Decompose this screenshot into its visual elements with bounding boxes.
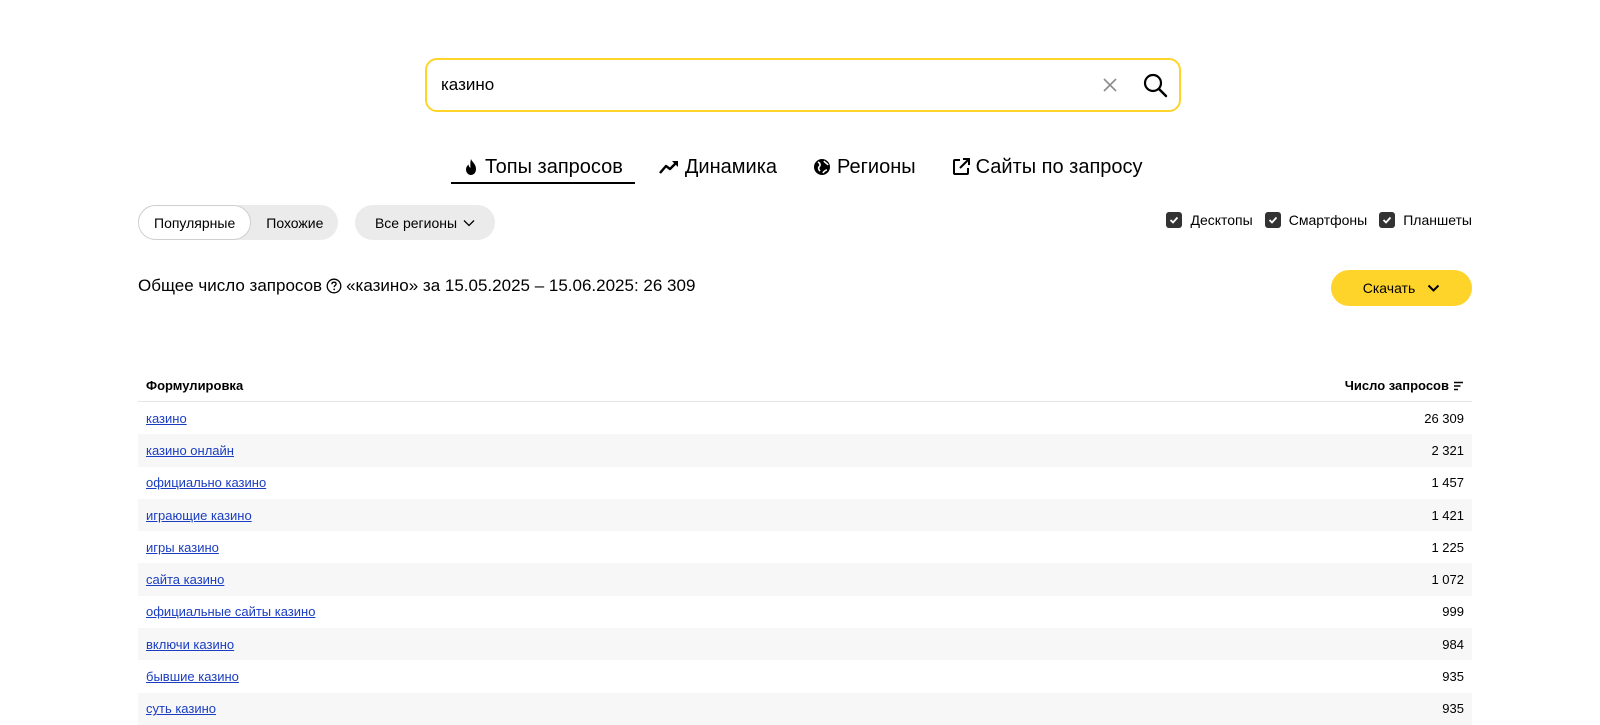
- globe-icon: [814, 159, 831, 175]
- row-count: 26 309: [1424, 410, 1464, 426]
- device-desktop-checkbox[interactable]: Десктопы: [1166, 212, 1253, 228]
- phrase-link[interactable]: официальные сайты казино: [146, 604, 315, 619]
- header-count: Число запросов: [1344, 378, 1449, 393]
- tab-label: Сайты по запросу: [975, 155, 1143, 178]
- row-count: 1 225: [1431, 539, 1464, 555]
- segment-popular[interactable]: Популярные: [138, 205, 252, 240]
- phrase-link[interactable]: включи казино: [146, 637, 234, 652]
- table-row: бывшие казино 935: [138, 660, 1472, 692]
- device-label: Десктопы: [1190, 212, 1253, 228]
- queries-table: Формулировка Число запросов казино 26 30…: [138, 370, 1472, 725]
- phrase-link[interactable]: играющие казино: [146, 508, 252, 523]
- download-button[interactable]: Скачать: [1331, 270, 1472, 306]
- table-header: Формулировка Число запросов: [138, 370, 1472, 402]
- table-row: официально казино 1 457: [138, 467, 1472, 499]
- sort-icon: [1454, 381, 1463, 390]
- checkbox-checked-icon: [1166, 212, 1183, 228]
- tabs: Топы запросов Динамика Регионы Сайты по …: [451, 152, 1155, 186]
- phrase-link[interactable]: суть казино: [146, 701, 216, 716]
- phrase-link[interactable]: игры казино: [146, 540, 219, 555]
- row-count: 935: [1442, 701, 1464, 717]
- device-filters: Десктопы Смартфоны Планшеты: [1166, 212, 1472, 228]
- row-count: 935: [1442, 669, 1464, 685]
- table-row: сайта казино 1 072: [138, 563, 1472, 596]
- phrase-link[interactable]: бывшие казино: [146, 669, 239, 684]
- clear-button[interactable]: [1097, 72, 1123, 98]
- search-box: [425, 58, 1181, 112]
- tab-label: Регионы: [837, 155, 916, 178]
- row-count: 999: [1442, 604, 1464, 620]
- device-tablet-checkbox[interactable]: Планшеты: [1379, 212, 1472, 228]
- row-count: 1 072: [1431, 572, 1464, 588]
- segment-similar[interactable]: Похожие: [251, 205, 338, 240]
- device-label: Смартфоны: [1288, 212, 1368, 228]
- external-link-icon: [952, 158, 970, 175]
- summary-text: «казино» за 15.05.2025 – 15.06.2025: 26 …: [346, 276, 696, 295]
- region-label: Все регионы: [374, 214, 458, 231]
- table-row: казино онлайн 2 321: [138, 434, 1472, 467]
- row-count: 984: [1442, 636, 1464, 652]
- tab-regions[interactable]: Регионы: [801, 152, 928, 182]
- tab-label: Топы запросов: [485, 155, 623, 178]
- search-button[interactable]: [1140, 70, 1170, 100]
- table-row: официальные сайты казино 999: [138, 596, 1472, 628]
- row-count: 2 321: [1431, 442, 1464, 458]
- tab-sites[interactable]: Сайты по запросу: [940, 152, 1155, 182]
- summary-label: Общее число запросов: [138, 276, 323, 295]
- table-body: казино 26 309 казино онлайн 2 321 официа…: [138, 402, 1472, 725]
- phrase-link[interactable]: сайта казино: [146, 572, 224, 587]
- checkbox-checked-icon: [1264, 212, 1281, 228]
- header-phrase: Формулировка: [146, 378, 244, 393]
- tab-top-queries[interactable]: Топы запросов: [451, 152, 635, 184]
- table-row: суть казино 935: [138, 692, 1472, 725]
- checkbox-checked-icon: [1379, 212, 1396, 228]
- help-icon[interactable]: [326, 278, 342, 294]
- device-smartphone-checkbox[interactable]: Смартфоны: [1264, 212, 1368, 228]
- close-icon: [1103, 78, 1117, 92]
- phrase-link[interactable]: казино онлайн: [146, 443, 234, 458]
- tab-dynamics[interactable]: Динамика: [647, 152, 789, 182]
- table-row: играющие казино 1 421: [138, 498, 1472, 532]
- table-row: игры казино 1 225: [138, 531, 1472, 563]
- table-row: включи казино 984: [138, 628, 1472, 661]
- device-label: Планшеты: [1403, 212, 1472, 228]
- region-dropdown[interactable]: Все регионы: [355, 205, 495, 240]
- search-input[interactable]: [441, 60, 1081, 110]
- header-count-sort[interactable]: Число запросов: [1345, 378, 1464, 393]
- row-count: 1 457: [1431, 475, 1464, 491]
- tab-label: Динамика: [684, 155, 778, 178]
- chevron-down-icon: [1428, 284, 1440, 292]
- chevron-down-icon: [463, 219, 475, 226]
- row-count: 1 421: [1431, 507, 1464, 523]
- download-label: Скачать: [1362, 280, 1416, 296]
- search-icon: [1143, 73, 1168, 98]
- fire-icon: [466, 159, 476, 175]
- table-row: казино 26 309: [138, 402, 1472, 434]
- popularity-segment: Популярные Похожие: [138, 205, 339, 240]
- phrase-link[interactable]: казино: [146, 411, 187, 426]
- phrase-link[interactable]: официально казино: [146, 475, 266, 490]
- total-summary: Общее число запросов «казино» за 15.05.2…: [138, 276, 695, 296]
- trend-up-icon: [658, 161, 678, 174]
